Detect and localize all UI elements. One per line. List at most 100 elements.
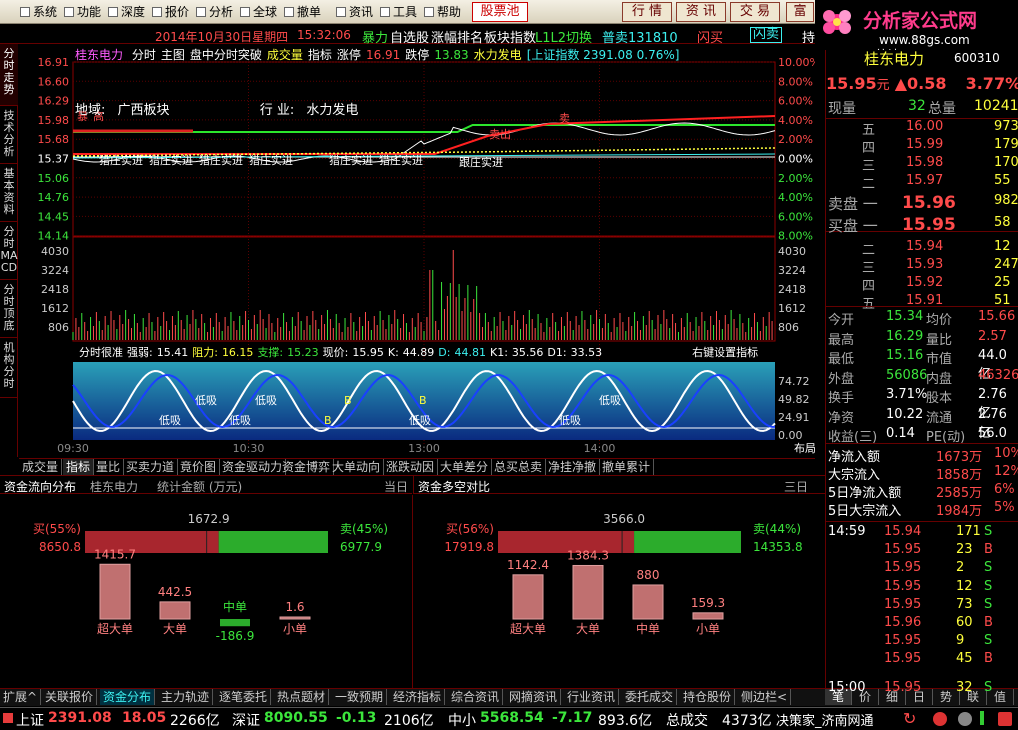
- volume-axis-label-right: 4030: [778, 245, 806, 258]
- indicator-header-item: 15.95: [352, 346, 384, 359]
- stat-value: 15.34: [886, 309, 924, 324]
- indicator-tab-10[interactable]: 总买总卖: [491, 459, 547, 475]
- indicator-tab-1[interactable]: 指标: [63, 459, 95, 475]
- nav-tab-1[interactable]: 关联报价: [42, 689, 98, 705]
- indicator-tab-6[interactable]: 资金博弈: [279, 459, 335, 475]
- left-tab-2[interactable]: 基本资料: [0, 164, 18, 222]
- volume-axis-label: 1612: [41, 302, 69, 315]
- nav-tab-13[interactable]: 侧边栏<: [738, 689, 792, 705]
- nav-tab-3[interactable]: 主力轨迹: [158, 689, 214, 705]
- indicator-tab-3[interactable]: 买卖力道: [123, 459, 179, 475]
- nav-tab-8[interactable]: 综合资讯: [448, 689, 504, 705]
- region-value: 广西板块: [117, 103, 170, 118]
- top-tab-3[interactable]: 富: [786, 2, 814, 22]
- zx-change: -7.17: [552, 710, 593, 726]
- nav-tab-12[interactable]: 持仓股份: [680, 689, 736, 705]
- indicator-tab-4[interactable]: 竟价图: [177, 459, 221, 475]
- fund-bar-name: 小单: [283, 622, 307, 636]
- buy-label: 买(56%): [446, 522, 494, 536]
- indicator-tab-11[interactable]: 净挂净撤: [545, 459, 601, 475]
- menu-item-6[interactable]: 撤单: [284, 4, 321, 20]
- indicator-header-item: D1:: [547, 346, 566, 359]
- total-amount: 4373亿: [722, 713, 772, 729]
- nav-tab-6[interactable]: 一致预期: [332, 689, 388, 705]
- info-time: 15:32:06: [297, 28, 351, 42]
- menu-label: 系统: [33, 5, 58, 19]
- chart-area: 桂东电力 分时 主图 盘中分时突破 成交量 指标 涨停 16.91 跌停 13.83 水力发电 [上…: [19, 44, 899, 457]
- menu-item-3[interactable]: 报价: [152, 4, 189, 20]
- power-icon[interactable]: [998, 712, 1012, 726]
- menu-item-5[interactable]: 全球: [240, 4, 277, 20]
- nav-tab-7[interactable]: 经济指标: [390, 689, 446, 705]
- menu-item-9[interactable]: 帮助: [424, 4, 461, 20]
- left-tab-3[interactable]: 分时MACD: [0, 222, 18, 280]
- menu-item-7[interactable]: 资讯: [336, 4, 373, 20]
- flash-sell-button[interactable]: 闪卖: [750, 27, 783, 43]
- tick-side: S: [984, 524, 993, 539]
- menu-item-0[interactable]: 系统: [20, 4, 57, 20]
- fund-bar-name: 大单: [163, 622, 187, 636]
- indicator-tab-8[interactable]: 涨跌动因: [383, 459, 439, 475]
- quote-title: 桂东电力 600310: [826, 50, 1018, 68]
- nav-tab-5[interactable]: 热点题材: [274, 689, 330, 705]
- menu-item-1[interactable]: 功能: [64, 4, 101, 20]
- sz-change: -0.13: [336, 710, 377, 726]
- indicator-header-item: 33.53: [571, 346, 603, 359]
- fund-bar: [692, 612, 724, 620]
- indicator-header-item: D:: [438, 346, 450, 359]
- nav-tab-10[interactable]: 行业资讯: [564, 689, 620, 705]
- menu-item-2[interactable]: 深度: [108, 4, 145, 20]
- nav-tab-9[interactable]: 网摘资讯: [506, 689, 562, 705]
- nav-tab-4[interactable]: 逐笔委托: [216, 689, 272, 705]
- top-tab-0[interactable]: 行 情: [622, 2, 672, 22]
- indicator-tab-12[interactable]: 撤单累计: [599, 459, 655, 475]
- price-axis-label: 14.45: [38, 210, 70, 223]
- refresh-icon[interactable]: ↻: [903, 709, 916, 728]
- network-icon[interactable]: [958, 712, 972, 726]
- tick-volume: 45: [956, 651, 973, 667]
- nav-tab-11[interactable]: 委托成交: [622, 689, 678, 705]
- now-vol: 32: [908, 98, 926, 114]
- indicator-header-item: 35.56: [512, 346, 544, 359]
- left-tab-1[interactable]: 技术分析: [0, 106, 18, 164]
- flow-pct: 12%: [994, 464, 1018, 479]
- fund-right-period[interactable]: 三日: [784, 478, 808, 495]
- top-tab-1[interactable]: 资 讯: [676, 2, 726, 22]
- indicator-tab-5[interactable]: 资金驱动力: [219, 459, 287, 475]
- stat-value-2: 46326: [978, 367, 1018, 383]
- left-tab-5[interactable]: 机构分时: [0, 338, 18, 398]
- alert-icon[interactable]: [933, 712, 947, 726]
- pct-axis-label: 6.00%: [778, 210, 813, 223]
- left-tab-0[interactable]: 分时走势: [0, 44, 18, 106]
- menu-label: 报价: [165, 5, 190, 19]
- indicator-signal-label: 低吸: [559, 414, 581, 427]
- left-tab-4[interactable]: 分时顶底: [0, 280, 18, 338]
- menu-label: 深度: [121, 5, 146, 19]
- menu-stock-pool[interactable]: 股票池: [472, 2, 528, 22]
- indicator-tab-0[interactable]: 成交量: [19, 459, 63, 475]
- stat-label: 净资: [828, 410, 855, 426]
- menu-item-8[interactable]: 工具: [380, 4, 417, 20]
- stat-label: 今开: [828, 313, 855, 328]
- indicator-tab-2[interactable]: 量比: [93, 459, 125, 475]
- menu-item-4[interactable]: 分析: [196, 4, 233, 20]
- sell-price: 16.00: [906, 119, 944, 134]
- sz-label: 深证: [232, 713, 260, 729]
- status-bar: 上证 2391.08 18.05 2266亿 深证 8090.55 -0.13 …: [0, 707, 1018, 729]
- indicator-tab-7[interactable]: 大单动向: [329, 459, 385, 475]
- top-tab-2[interactable]: 交 易: [730, 2, 780, 22]
- flow-label: 净流入额: [828, 450, 881, 465]
- nav-tab-2[interactable]: 资金分布: [100, 689, 156, 705]
- fund-bar-value: 880: [637, 568, 660, 582]
- sell-ratio-bar: [218, 531, 328, 553]
- fund-bar-value: 1415.7: [94, 547, 136, 561]
- quote-stats: 今开 15.34 均价 15.66 最高 16.29 量比 2.57 最低 15.16 市值 44.0…: [826, 306, 1018, 445]
- fund-left-period[interactable]: 当日: [384, 478, 408, 495]
- fund-left-title: 资金流向分布: [4, 480, 77, 494]
- fund-flows: 净流入额 1673万 10% 大宗流入 1858万 12% 5日净流入额 2585万 6% 5日大…: [826, 443, 1018, 521]
- industry-value: 水力发电: [306, 103, 359, 118]
- quote-volume-line: 现量 32 总量 102412: [828, 98, 1018, 117]
- fund-bar-name: 中单: [636, 621, 660, 636]
- indicator-tab-9[interactable]: 大单差分: [437, 459, 493, 475]
- nav-tab-0[interactable]: 扩展^: [0, 689, 42, 705]
